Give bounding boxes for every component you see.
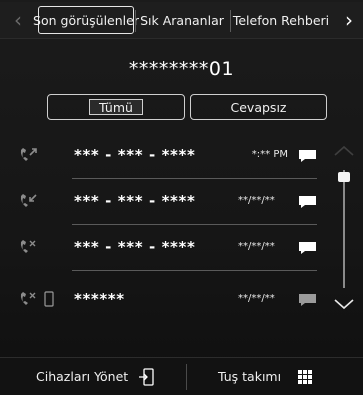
call-row[interactable]: ****** **/**/** [0, 277, 335, 323]
row-divider [72, 270, 317, 271]
missed-call-icon [20, 240, 36, 253]
call-number: ****** [74, 290, 125, 308]
keypad-label: Tuş takımı [218, 369, 282, 384]
chevron-left-icon[interactable]: ‹ [3, 2, 33, 38]
device-connect-icon [139, 367, 154, 386]
manage-devices-label: Cihazları Yönet [36, 369, 129, 384]
bottom-bar: Cihazları Yönet Tuş takımı [0, 357, 363, 395]
keypad-grid-icon [298, 369, 313, 384]
message-icon[interactable] [298, 241, 317, 255]
mobile-phone-icon [44, 291, 54, 307]
outgoing-call-icon [20, 148, 37, 161]
tab-bar: ‹ Son görüşülenler Sık Arananlar Telefon… [0, 2, 363, 39]
phone-screen: ‹ Son görüşülenler Sık Arananlar Telefon… [0, 0, 363, 395]
call-time: **/**/** [238, 241, 275, 252]
keypad-button[interactable]: Tuş takımı [218, 358, 313, 395]
tab-favorites[interactable]: Sık Arananlar [136, 6, 228, 34]
call-number: *** - *** - **** [74, 192, 196, 210]
tab-label: Son görüşülenler [33, 12, 139, 28]
bottom-divider [186, 364, 187, 390]
call-time: **/**/** [238, 195, 275, 206]
scroll-up-icon[interactable] [332, 143, 356, 159]
tab-label: Sık Arananlar [140, 12, 224, 28]
call-row[interactable]: *** - *** - **** *:** PM [0, 133, 335, 179]
call-row[interactable]: *** - *** - **** **/**/** [0, 225, 335, 271]
scroll-down-icon[interactable] [332, 296, 356, 312]
tab-label: Telefon Rehberi [232, 12, 330, 28]
call-number: *** - *** - **** [74, 146, 196, 164]
call-time: **/**/** [238, 293, 275, 304]
filter-missed-button[interactable]: Cevapsız [190, 94, 327, 120]
filter-all-label: Tümü [99, 99, 133, 115]
manage-devices-button[interactable]: Cihazları Yönet [36, 358, 154, 395]
call-row[interactable]: *** - *** - **** **/**/** [0, 179, 335, 225]
message-icon[interactable] [298, 195, 317, 209]
message-icon[interactable] [298, 293, 317, 307]
chevron-right-icon[interactable]: › [334, 2, 363, 38]
filter-selected-indicator: Tümü [89, 99, 143, 115]
device-name: ********01 [128, 58, 235, 80]
incoming-call-icon [20, 194, 37, 207]
tab-recent-calls[interactable]: Son görüşülenler [33, 6, 139, 34]
filter-missed-label: Cevapsız [230, 99, 287, 115]
filter-all-button[interactable]: Tümü [47, 94, 185, 120]
missed-call-icon [20, 292, 36, 305]
scrollbar-thumb[interactable] [338, 172, 350, 182]
tab-phonebook[interactable]: Telefon Rehberi [231, 6, 331, 34]
call-number: *** - *** - **** [74, 238, 196, 256]
message-icon[interactable] [298, 149, 317, 163]
scrollbar-track[interactable] [343, 170, 345, 288]
call-time: *:** PM [251, 149, 288, 160]
